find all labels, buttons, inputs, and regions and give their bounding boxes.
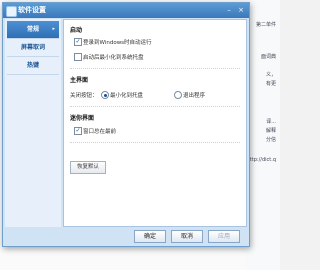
- minimize-to-tray-radio[interactable]: [101, 91, 109, 99]
- restore-defaults-button[interactable]: 恢复默认: [70, 161, 106, 174]
- apply-button[interactable]: 应用: [208, 230, 240, 243]
- divider: [70, 106, 240, 107]
- ok-button[interactable]: 确定: [134, 230, 166, 243]
- background-text: 面词典: [260, 54, 276, 60]
- autostart-checkbox[interactable]: ✓: [74, 38, 82, 46]
- background-text: 解释: [265, 128, 276, 134]
- sidebar-item-general[interactable]: 常规 ▸: [7, 21, 59, 39]
- section-title-startup: 启动: [70, 27, 83, 34]
- chevron-right-icon: ▸: [52, 26, 55, 32]
- background-link[interactable]: http://dict.q: [247, 157, 276, 163]
- radio-selected-dot: [103, 93, 107, 97]
- sidebar-item-label: 常规: [26, 26, 39, 33]
- background-content-strip: 第二单件 面词典 义， 有更 译... 解释 分信 http://dict.q: [246, 0, 280, 270]
- settings-sidebar: 常规 ▸ 屏幕取词 热键: [5, 19, 61, 227]
- minimize-to-tray-checkbox[interactable]: [74, 53, 82, 61]
- sidebar-item-label: 热键: [26, 62, 39, 69]
- section-title-mini: 迷你界面: [70, 115, 95, 122]
- autostart-label[interactable]: 登录到Windows时自动运行: [83, 38, 152, 46]
- divider: [70, 142, 240, 143]
- background-text: 有更: [265, 81, 276, 87]
- minimize-to-tray-label[interactable]: 启动后最小化到系统托盘: [83, 53, 144, 61]
- background-text: 译...: [266, 119, 276, 125]
- sidebar-item-hotkeys[interactable]: 热键: [7, 57, 59, 75]
- sidebar-item-screen-word[interactable]: 屏幕取词: [7, 39, 59, 57]
- sidebar-item-label: 屏幕取词: [20, 44, 45, 51]
- always-on-top-label[interactable]: 窗口总在最前: [83, 127, 116, 135]
- exit-program-radio[interactable]: [174, 91, 182, 99]
- background-text: 义，: [265, 72, 276, 78]
- close-button[interactable]: ×: [236, 5, 246, 15]
- divider: [70, 68, 240, 69]
- background-text: 分信: [265, 137, 276, 143]
- close-button-setting-label: 关闭按钮：: [70, 93, 98, 99]
- minimize-to-tray-radio-label[interactable]: 最小化到托盘: [110, 91, 143, 99]
- cancel-button[interactable]: 取消: [171, 230, 203, 243]
- minimize-button[interactable]: –: [224, 5, 234, 15]
- dialog-title: 软件设置: [18, 6, 46, 14]
- always-on-top-checkbox[interactable]: ✓: [74, 127, 82, 135]
- exit-program-radio-label[interactable]: 退出程序: [183, 91, 205, 99]
- title-bar[interactable]: 软件设置 – ×: [3, 3, 249, 18]
- settings-dialog: 软件设置 – × 常规 ▸ 屏幕取词 热键 启动 ✓ 登录到Windows时自动…: [2, 2, 250, 247]
- app-icon: [6, 6, 17, 17]
- settings-content-panel: 启动 ✓ 登录到Windows时自动运行 启动后最小化到系统托盘 主界面 关闭按…: [63, 19, 247, 227]
- background-text: 第二单件: [255, 22, 276, 28]
- section-title-main: 主界面: [70, 77, 89, 84]
